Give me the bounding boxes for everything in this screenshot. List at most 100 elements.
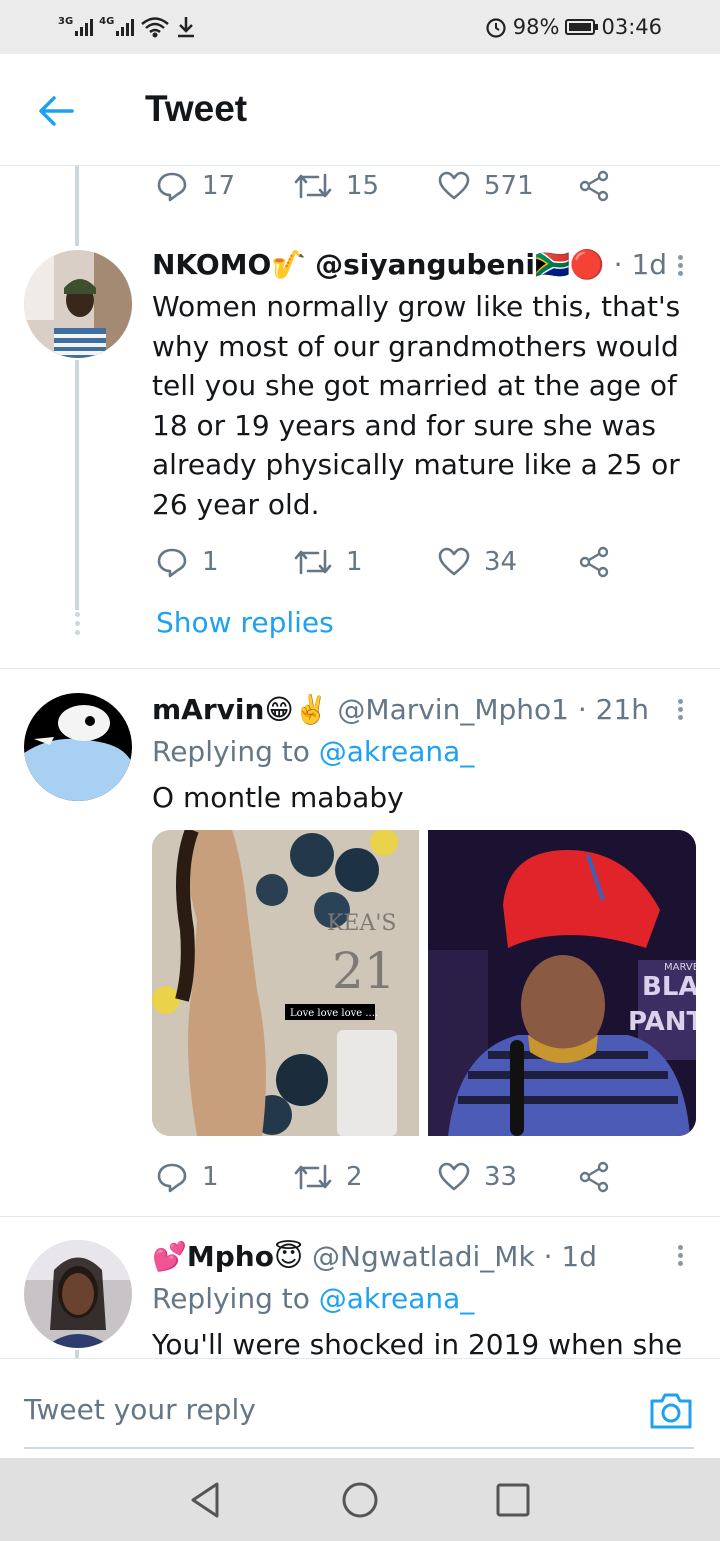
tweet-time: · 1d — [543, 1240, 597, 1273]
avatar-photo — [24, 250, 132, 358]
reply-underline — [24, 1447, 694, 1449]
photo-woman-red-hat: MARVEL S BLA PANTI — [428, 830, 696, 1136]
avatar[interactable] — [24, 1240, 132, 1348]
reply-count: 1 — [202, 547, 219, 577]
display-name[interactable]: mArvin😁✌️ — [152, 693, 329, 726]
nav-home-button[interactable] — [339, 1479, 381, 1521]
image-caption: Love love love .... — [290, 1008, 378, 1019]
display-name[interactable]: Mpho😇 — [187, 1240, 303, 1273]
user-handle[interactable]: @Ngwatladi_Mk — [312, 1240, 535, 1273]
system-nav-bar — [0, 1458, 720, 1541]
replying-to-handle[interactable]: @akreana_ — [319, 735, 475, 768]
signal-4g: 4G — [99, 16, 135, 36]
replying-to-label: Replying to — [152, 735, 319, 768]
signal-3g-label: 3G — [58, 16, 74, 27]
replying-to-handle[interactable]: @akreana_ — [319, 1282, 475, 1315]
reply-button[interactable]: 17 — [156, 164, 235, 208]
share-button[interactable] — [578, 164, 610, 208]
tweet-header: NKOMO🎷 @siyangubeni🇿🇦🔴 · 1d — [152, 248, 667, 281]
avatar-photo — [24, 693, 132, 801]
tweet-time: · 21h — [577, 693, 650, 726]
more-options-button[interactable] — [668, 696, 692, 726]
poster-text-panther: PANTI — [628, 1007, 696, 1037]
heart-icon — [438, 547, 470, 576]
download-icon — [178, 17, 195, 38]
nav-back-button[interactable] — [185, 1479, 227, 1521]
alarm-icon — [486, 18, 506, 38]
back-button[interactable] — [36, 91, 76, 131]
tweet-header: 💕 Mpho😇 @Ngwatladi_Mk · 1d — [152, 1240, 597, 1273]
retweet-count: 2 — [346, 1162, 363, 1192]
signal-4g-label: 4G — [99, 16, 115, 27]
user-handle[interactable]: @siyangubeni🇿🇦🔴 — [315, 248, 605, 281]
camera-icon — [650, 1393, 692, 1429]
tweet-image-right[interactable]: MARVEL S BLA PANTI — [428, 830, 696, 1136]
tweet-text: Women normally grow like this, that's wh… — [152, 290, 681, 521]
reply-count: 17 — [202, 171, 236, 201]
tweet-image-left[interactable]: KEA'S 21 Love love love .... — [152, 830, 419, 1136]
like-count: 571 — [484, 171, 534, 201]
battery-percent: 98% — [512, 15, 560, 39]
signal-bars-icon — [75, 18, 94, 36]
status-right: 98% 03:46 — [485, 12, 662, 42]
name-emoji: 💕 — [152, 1240, 187, 1273]
heart-icon — [438, 1162, 470, 1191]
reply-input[interactable]: Tweet your reply — [24, 1379, 584, 1439]
retweet-count: 15 — [346, 171, 380, 201]
share-button[interactable] — [578, 1155, 610, 1199]
like-button[interactable]: 571 — [438, 164, 534, 208]
thread-continuation-dots — [75, 612, 81, 639]
thread-line — [75, 166, 79, 246]
like-count: 34 — [484, 547, 518, 577]
replying-to: Replying to @akreana_ — [152, 1282, 474, 1315]
retweet-button[interactable]: 2 — [294, 1155, 363, 1199]
replying-to-label: Replying to — [152, 1282, 319, 1315]
signal-3g: 3G — [58, 16, 94, 36]
retweet-button[interactable]: 1 — [294, 540, 363, 584]
user-handle[interactable]: @Marvin_Mpho1 — [337, 693, 569, 726]
retweet-count: 1 — [346, 547, 363, 577]
avatar[interactable] — [24, 250, 132, 358]
app-header: Tweet — [0, 54, 720, 166]
page-title: Tweet — [145, 88, 248, 129]
avatar-photo — [24, 1240, 132, 1348]
retweet-icon — [294, 549, 332, 575]
sign-kea-text: KEA'S — [327, 911, 397, 936]
retweet-button[interactable]: 15 — [294, 164, 379, 208]
more-options-button[interactable] — [668, 252, 692, 282]
reply-composer: Tweet your reply — [0, 1358, 720, 1459]
display-name[interactable]: NKOMO🎷 — [152, 248, 306, 281]
wifi-icon — [141, 17, 170, 38]
show-replies-link[interactable]: Show replies — [156, 606, 334, 639]
reply-icon — [157, 548, 187, 578]
signal-bars-icon — [116, 18, 135, 36]
tweet-time: · 1d — [613, 248, 668, 281]
tweet-header: mArvin😁✌️ @Marvin_Mpho1 · 21h — [152, 693, 649, 726]
like-button[interactable]: 34 — [438, 540, 517, 584]
circle-home-icon — [342, 1482, 378, 1518]
reply-icon — [157, 1163, 187, 1193]
like-count: 33 — [484, 1162, 518, 1192]
thread-line — [75, 360, 79, 610]
square-recents-icon — [496, 1483, 530, 1517]
clock-time: 03:46 — [601, 15, 662, 39]
divider — [0, 668, 720, 669]
avatar[interactable] — [24, 693, 132, 801]
share-button[interactable] — [578, 540, 610, 584]
reply-button[interactable]: 1 — [156, 1155, 219, 1199]
tweet-text: O montle mababy — [152, 781, 404, 814]
reply-button[interactable]: 1 — [156, 540, 219, 584]
triangle-back-icon — [191, 1482, 219, 1518]
more-options-button[interactable] — [668, 1242, 692, 1272]
heart-icon — [438, 171, 470, 200]
share-icon — [579, 546, 609, 578]
tweet-actions: 1 1 34 — [152, 540, 632, 584]
camera-button[interactable] — [648, 1391, 694, 1431]
reply-count: 1 — [202, 1162, 219, 1192]
like-button[interactable]: 33 — [438, 1155, 517, 1199]
nav-recents-button[interactable] — [492, 1479, 534, 1521]
share-icon — [579, 1161, 609, 1193]
retweet-icon — [294, 173, 332, 199]
status-bar: 3G 4G 98% 03:46 — [0, 0, 720, 54]
battery-icon — [565, 19, 599, 35]
